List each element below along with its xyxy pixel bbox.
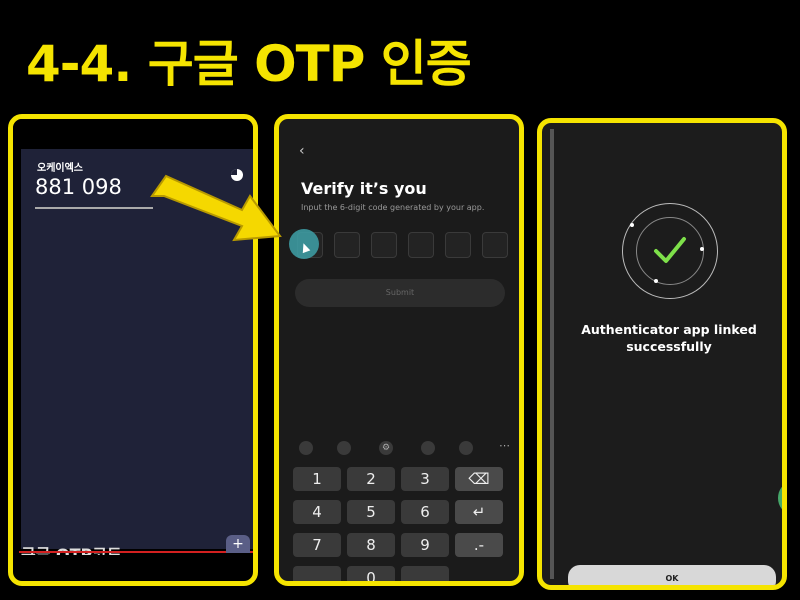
key-4[interactable]: 4 [293, 500, 341, 524]
key-blank[interactable] [293, 566, 341, 581]
key-3[interactable]: 3 [401, 467, 449, 491]
account-name: 오케이엑스 [37, 163, 83, 174]
code-digit-input[interactable] [334, 232, 360, 258]
submit-button[interactable]: Submit [295, 279, 505, 307]
floating-button[interactable] [778, 483, 782, 513]
progress-line [19, 551, 253, 553]
ring-dot [654, 279, 658, 283]
ring-dot [630, 223, 634, 227]
checkmark-icon [654, 237, 686, 263]
code-digit-input[interactable] [445, 232, 471, 258]
bottom-caption: 구글 OTP코드 [21, 545, 122, 555]
more-icon[interactable]: ⋯ [499, 439, 510, 452]
back-icon[interactable]: ‹ [299, 143, 305, 159]
code-digit-input[interactable] [408, 232, 434, 258]
keyboard-toolbar: ⚙ ⋯ [287, 437, 517, 461]
key-2[interactable]: 2 [347, 467, 395, 491]
verify-heading: Verify it’s you [301, 179, 427, 198]
key-0[interactable]: 0 [347, 566, 395, 581]
code-digit-input[interactable] [371, 232, 397, 258]
key-blank[interactable] [401, 566, 449, 581]
page-title: 4-4. 구글 OTP 인증 [26, 35, 472, 93]
arrow-icon [150, 174, 282, 242]
emoji-icon[interactable] [337, 441, 351, 455]
status-strip [13, 119, 253, 149]
code-digit-input[interactable] [482, 232, 508, 258]
clipboard-icon[interactable] [459, 441, 473, 455]
verify-subtext: Input the 6-digit code generated by your… [301, 203, 485, 212]
panel-success: Authenticator app linked successfully OK [537, 118, 787, 590]
key-7[interactable]: 7 [293, 533, 341, 557]
key-6[interactable]: 6 [401, 500, 449, 524]
symbol-key[interactable]: .- [455, 533, 503, 557]
search-icon[interactable] [421, 441, 435, 455]
add-account-button[interactable]: + [226, 535, 250, 553]
key-1[interactable]: 1 [293, 467, 341, 491]
code-input-group [297, 232, 511, 260]
ring-dot [700, 247, 704, 251]
screen-edge [550, 129, 554, 579]
settings-icon[interactable]: ⚙ [379, 441, 393, 455]
otp-code[interactable]: 881 098 [35, 175, 122, 199]
mic-icon[interactable] [299, 441, 313, 455]
panel-verify: ‹ Verify it’s you Input the 6-digit code… [274, 114, 524, 586]
ok-button[interactable]: OK [568, 565, 776, 585]
numeric-keypad: 1 2 3 ⌫ 4 5 6 ↵ 7 8 9 .- 0 [287, 467, 517, 581]
key-8[interactable]: 8 [347, 533, 395, 557]
code-underline [35, 207, 153, 209]
key-5[interactable]: 5 [347, 500, 395, 524]
key-9[interactable]: 9 [401, 533, 449, 557]
enter-key[interactable]: ↵ [455, 500, 503, 524]
success-message: Authenticator app linked successfully [581, 322, 757, 354]
backspace-key[interactable]: ⌫ [455, 467, 503, 491]
